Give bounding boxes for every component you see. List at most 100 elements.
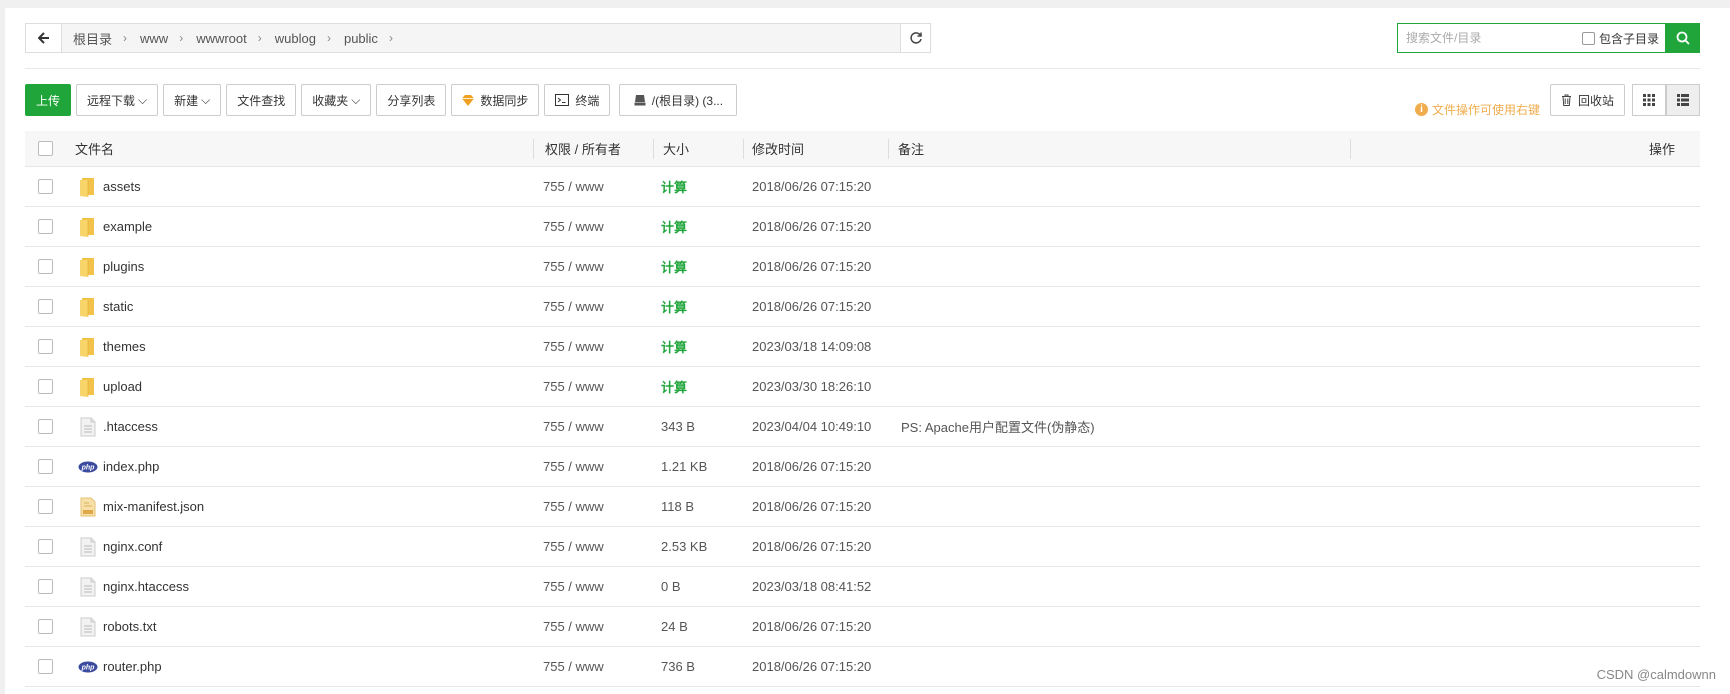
file-permission[interactable]: 755 / www [543, 207, 604, 246]
file-permission[interactable]: 755 / www [543, 567, 604, 606]
row-checkbox[interactable] [38, 419, 53, 434]
file-name[interactable]: mix-manifest.json [103, 499, 204, 514]
breadcrumb-segment[interactable]: wwwroot › [193, 31, 272, 46]
table-row[interactable]: robots.txt 755 / www 24 B 2018/06/26 07:15:… [25, 607, 1700, 647]
file-note[interactable]: PS: Apache用户配置文件(伪静态) [901, 407, 1095, 446]
table-row[interactable]: upload 755 / www 计算 2023/03/30 18:26:10 [25, 367, 1700, 407]
row-checkbox[interactable] [38, 459, 53, 474]
table-row[interactable]: themes 755 / www 计算 2023/03/18 14:09:08 [25, 327, 1700, 367]
file-name[interactable]: plugins [103, 259, 144, 274]
table-row[interactable]: nginx.htaccess 755 / www 0 B 2023/03/18 08:… [25, 567, 1700, 607]
file-name[interactable]: upload [103, 379, 142, 394]
column-divider [1350, 139, 1351, 159]
file-name[interactable]: nginx.conf [103, 539, 162, 554]
refresh-icon [909, 32, 922, 44]
row-checkbox[interactable] [38, 379, 53, 394]
file-permission[interactable]: 755 / www [543, 527, 604, 566]
file-name[interactable]: router.php [103, 659, 162, 674]
table-row[interactable]: php index.php 755 / www 1.21 KB 2018/06/26 0… [25, 447, 1700, 487]
file-manager-panel: 根目录› www› wwwroot› wublog› public› 包含子目录… [5, 8, 1730, 694]
file-permission[interactable]: 755 / www [543, 327, 604, 366]
file-size: 118 B [661, 499, 695, 514]
terminal-button[interactable]: 终端 [544, 84, 611, 116]
table-row[interactable]: plugins 755 / www 计算 2018/06/26 07:15:20 [25, 247, 1700, 287]
table-row[interactable]: assets 755 / www 计算 2018/06/26 07:15:20 [25, 167, 1700, 207]
include-subdir-toggle[interactable]: 包含子目录 [1581, 30, 1665, 47]
file-size[interactable]: 计算 [661, 287, 687, 326]
row-checkbox[interactable] [38, 179, 53, 194]
search-icon [1676, 31, 1690, 45]
search-button[interactable] [1665, 23, 1700, 53]
file-size[interactable]: 计算 [661, 367, 687, 406]
share-list-button[interactable]: 分享列表 [376, 84, 447, 116]
file-permission[interactable]: 755 / www [543, 167, 604, 206]
row-checkbox[interactable] [38, 299, 53, 314]
file-name[interactable]: robots.txt [103, 619, 156, 634]
grid-view-button[interactable] [1632, 84, 1666, 116]
file-name[interactable]: example [103, 219, 152, 234]
recycle-bin-button[interactable]: 回收站 [1550, 84, 1626, 116]
refresh-button[interactable] [900, 24, 930, 52]
include-subdir-checkbox[interactable] [1581, 31, 1595, 45]
header-note: 备注 [898, 142, 925, 157]
column-divider [743, 139, 744, 159]
header-name[interactable]: 文件名 [75, 131, 114, 166]
search-box: 包含子目录 [1397, 23, 1700, 53]
file-size[interactable]: 计算 [661, 247, 687, 286]
file-size[interactable]: 计算 [661, 207, 687, 246]
row-checkbox[interactable] [38, 499, 53, 514]
breadcrumb-segment[interactable]: wublog › [272, 31, 341, 46]
file-permission[interactable]: 755 / www [543, 607, 604, 646]
file-name[interactable]: nginx.htaccess [103, 579, 189, 594]
file-permission[interactable]: 755 / www [543, 367, 604, 406]
row-checkbox[interactable] [38, 659, 53, 674]
disk-button[interactable]: /(根目录) (3... [619, 84, 738, 116]
select-all-checkbox[interactable] [38, 141, 53, 156]
php-file-icon: php [77, 456, 99, 478]
breadcrumb-segment[interactable]: 根目录 › [70, 29, 137, 48]
file-permission[interactable]: 755 / www [543, 647, 604, 686]
file-size[interactable]: 计算 [661, 167, 687, 206]
file-permission[interactable]: 755 / www [543, 247, 604, 286]
table-row[interactable]: example 755 / www 计算 2018/06/26 07:15:20 [25, 207, 1700, 247]
row-checkbox[interactable] [38, 579, 53, 594]
header-mtime[interactable]: 修改时间 [752, 131, 804, 166]
disk-icon [634, 94, 646, 106]
column-divider [653, 139, 654, 159]
remote-download-button[interactable]: 远程下载 ⌵ [76, 84, 159, 116]
file-permission[interactable]: 755 / www [543, 407, 604, 446]
file-search-button[interactable]: 文件查找 [226, 84, 297, 116]
search-input[interactable] [1398, 24, 1558, 52]
table-row[interactable]: mix-manifest.json 755 / www 118 B 2018/06/2… [25, 487, 1700, 527]
row-checkbox[interactable] [38, 219, 53, 234]
file-permission[interactable]: 755 / www [543, 487, 604, 526]
header-size[interactable]: 大小 [663, 131, 689, 166]
back-button[interactable] [26, 24, 62, 52]
row-checkbox[interactable] [38, 539, 53, 554]
file-name[interactable]: assets [103, 179, 141, 194]
breadcrumb-segment[interactable]: www › [137, 31, 193, 46]
table-row[interactable]: nginx.conf 755 / www 2.53 KB 2018/06/26 07:… [25, 527, 1700, 567]
file-permission[interactable]: 755 / www [543, 447, 604, 486]
table-row[interactable]: static 755 / www 计算 2018/06/26 07:15:20 [25, 287, 1700, 327]
file-name[interactable]: index.php [103, 459, 159, 474]
file-name[interactable]: .htaccess [103, 419, 158, 434]
new-button[interactable]: 新建 ⌵ [163, 84, 222, 116]
table-row[interactable]: .htaccess 755 / www 343 B 2023/04/04 10:49:… [25, 407, 1700, 447]
file-size[interactable]: 计算 [661, 327, 687, 366]
data-sync-button[interactable]: 数据同步 [451, 84, 540, 116]
upload-button[interactable]: 上传 [25, 84, 71, 116]
file-permission[interactable]: 755 / www [543, 287, 604, 326]
list-view-button[interactable] [1666, 84, 1700, 116]
file-name[interactable]: static [103, 299, 133, 314]
file-name[interactable]: themes [103, 339, 146, 354]
breadcrumb-segment[interactable]: public › [341, 31, 403, 46]
row-checkbox[interactable] [38, 619, 53, 634]
favorites-button[interactable]: 收藏夹 ⌵ [301, 84, 372, 116]
header-perm[interactable]: 权限 / 所有者 [545, 131, 621, 166]
table-row[interactable]: php router.php 755 / www 736 B 2018/06/26 07… [25, 647, 1700, 687]
row-checkbox[interactable] [38, 259, 53, 274]
folder-icon [77, 376, 99, 398]
view-toggle [1632, 84, 1700, 116]
row-checkbox[interactable] [38, 339, 53, 354]
